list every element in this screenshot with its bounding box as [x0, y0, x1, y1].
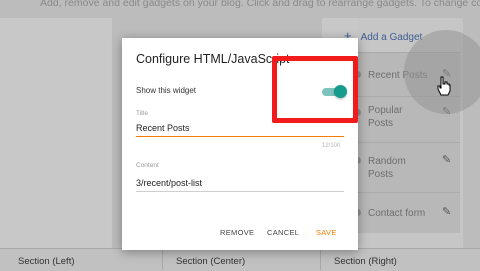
pencil-icon[interactable]: ✎ [442, 205, 451, 218]
layout-hint-text: Add, remove and edit gadgets on your blo… [40, 0, 480, 9]
content-field-underline [136, 191, 344, 192]
red-annotation-box [272, 56, 358, 123]
add-gadget-label: Add a Gadget [360, 32, 423, 43]
section-left-label: Section (Left) [18, 256, 75, 267]
section-right-label: Section (Right) [334, 256, 397, 267]
title-field[interactable]: Recent Posts [136, 123, 190, 133]
title-char-count: 12/100 [322, 143, 341, 149]
gadget-item-contact-form[interactable]: Contact form ✎ [348, 192, 460, 233]
click-highlight [404, 30, 480, 114]
save-button[interactable]: SAVE [316, 228, 337, 237]
gadget-label: Contact form [368, 208, 426, 219]
content-field-label: Content [136, 162, 159, 169]
section-center-label: Section (Center) [176, 256, 246, 267]
gadget-label: Popular Posts [368, 105, 403, 129]
title-field-label: Title [136, 110, 149, 117]
section-divider [162, 248, 163, 270]
gadget-item-random-posts[interactable]: Random Posts ✎ [348, 142, 460, 193]
title-field-underline [136, 136, 344, 137]
content-field[interactable]: 3/recent/post-list [136, 178, 202, 188]
dialog-title: Configure HTML/JavaScript [136, 52, 290, 66]
show-widget-label: Show this widget [136, 86, 197, 95]
section-divider [320, 248, 321, 270]
cancel-button[interactable]: CANCEL [267, 228, 299, 237]
hand-cursor-icon [437, 76, 451, 96]
remove-button[interactable]: REMOVE [220, 228, 254, 237]
left-column [0, 18, 112, 270]
gadget-label: Random Posts [368, 156, 406, 180]
pencil-icon[interactable]: ✎ [442, 153, 451, 166]
